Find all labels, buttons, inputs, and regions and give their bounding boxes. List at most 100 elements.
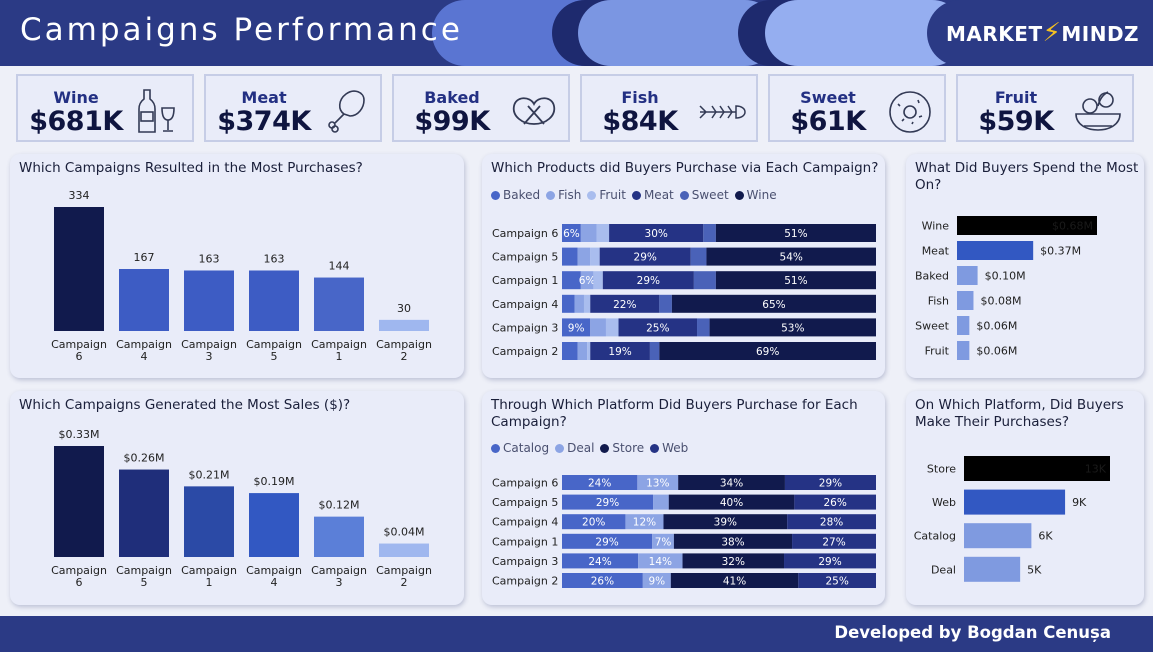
pretzel-icon bbox=[512, 97, 556, 125]
spend-panel: What Did Buyers Spend the Most On? Wine $… bbox=[906, 154, 1144, 378]
data-label: 163 bbox=[264, 252, 285, 265]
tick-label: Campaign 4 bbox=[492, 298, 558, 311]
tick-label: Campaign 4 bbox=[492, 516, 558, 529]
bar bbox=[964, 489, 1066, 515]
bar-segment bbox=[562, 294, 575, 313]
data-label: $0.06M bbox=[976, 320, 1017, 333]
bar-segment bbox=[605, 318, 619, 337]
data-label: 25% bbox=[825, 576, 848, 588]
bar-segment bbox=[693, 271, 716, 290]
meat-leg-icon bbox=[328, 90, 365, 133]
data-label: 334 bbox=[69, 189, 90, 202]
data-label: $0.06M bbox=[976, 345, 1017, 358]
data-label: 22% bbox=[613, 299, 636, 311]
bar-segment bbox=[562, 247, 578, 266]
data-label: 6% bbox=[563, 228, 580, 240]
tick-label: 6 bbox=[76, 350, 83, 363]
tick-label: Campaign 5 bbox=[492, 251, 558, 264]
bar bbox=[119, 469, 169, 557]
tick-label: Campaign 6 bbox=[492, 477, 558, 490]
data-label: 6K bbox=[1038, 530, 1053, 543]
products-panel: Which Products did Buyers Purchase via E… bbox=[482, 154, 885, 378]
brand-logo: MARKET⚡MINDZ bbox=[946, 18, 1139, 48]
platforms-chart: Campaign 6 24% 13% 34% 29% Campaign 5 29% 40% 26… bbox=[492, 475, 876, 588]
page-title: Campaigns Performance bbox=[20, 12, 463, 48]
bar bbox=[249, 270, 299, 331]
fish-bone-icon bbox=[699, 105, 746, 119]
bar bbox=[314, 277, 364, 331]
kpi-label: Baked bbox=[424, 88, 480, 107]
data-label: 14% bbox=[649, 556, 672, 568]
data-label: $0.21M bbox=[189, 468, 230, 481]
kpi-card-fruit: Fruit $59K bbox=[956, 74, 1134, 142]
kpi-card-fish: Fish $84K bbox=[580, 74, 758, 142]
data-label: 51% bbox=[784, 275, 807, 287]
tick-label: 3 bbox=[206, 350, 213, 363]
kpi-value: $84K bbox=[602, 106, 678, 137]
kpi-label: Meat bbox=[241, 88, 287, 107]
bar-segment bbox=[649, 342, 660, 360]
data-label: 24% bbox=[588, 478, 611, 490]
bar bbox=[957, 341, 970, 360]
data-label: 51% bbox=[784, 228, 807, 240]
tick-label: Deal bbox=[931, 563, 956, 576]
data-label: 26% bbox=[591, 576, 614, 588]
data-label: 12% bbox=[633, 517, 656, 529]
kpi-value: $681K bbox=[29, 106, 123, 137]
platform-total-panel: On Which Platform, Did Buyers Make Their… bbox=[906, 391, 1144, 605]
kpi-value: $61K bbox=[790, 106, 866, 137]
bar-segment bbox=[697, 318, 710, 337]
bar-segment bbox=[703, 224, 716, 242]
header-bar: Campaigns Performance MARKET⚡MINDZ bbox=[0, 0, 1153, 66]
bar bbox=[54, 446, 104, 557]
products-chart: Campaign 6 6% 30% 51% Campaign 5 29% 54% Campai… bbox=[492, 224, 876, 360]
bar-segment bbox=[583, 294, 591, 313]
data-label: 39% bbox=[714, 517, 737, 529]
data-label: 5K bbox=[1027, 563, 1042, 576]
kpi-label: Sweet bbox=[800, 88, 856, 107]
kpi-card-sweet: Sweet $61K bbox=[768, 74, 946, 142]
data-label: 9% bbox=[648, 576, 665, 588]
tick-label: Wine bbox=[922, 220, 950, 233]
data-label: 6% bbox=[579, 275, 596, 287]
bar bbox=[54, 207, 104, 331]
tick-label: Campaign 3 bbox=[492, 321, 558, 334]
tick-label: 4 bbox=[271, 576, 278, 589]
data-label: 13K bbox=[1085, 463, 1107, 476]
tick-label: Catalog bbox=[914, 530, 956, 543]
tick-label: Fruit bbox=[925, 345, 950, 358]
data-label: 13% bbox=[646, 478, 669, 490]
kpi-card-baked: Baked $99K bbox=[392, 74, 570, 142]
tick-label: Campaign 6 bbox=[492, 227, 558, 240]
bar-segment bbox=[596, 224, 610, 242]
tick-label: Web bbox=[932, 496, 956, 509]
bar bbox=[184, 270, 234, 331]
data-label: 7% bbox=[655, 536, 672, 548]
tick-label: Campaign 3 bbox=[492, 555, 558, 568]
data-label: 30 bbox=[397, 302, 411, 315]
bar bbox=[184, 486, 234, 557]
bar bbox=[957, 241, 1034, 260]
tick-label: Baked bbox=[915, 270, 949, 283]
kpi-value: $374K bbox=[217, 106, 311, 137]
data-label: 24% bbox=[588, 556, 611, 568]
tick-label: 5 bbox=[271, 350, 278, 363]
kpi-label: Fish bbox=[621, 88, 659, 107]
bar-segment bbox=[580, 224, 597, 242]
tick-label: 4 bbox=[141, 350, 148, 363]
data-label: $0.26M bbox=[124, 452, 165, 465]
bar-segment bbox=[659, 294, 672, 313]
data-label: 9% bbox=[568, 322, 585, 334]
data-label: 25% bbox=[646, 322, 669, 334]
sales-chart: $0.33MCampaign6$0.26MCampaign5$0.21MCamp… bbox=[51, 428, 432, 589]
data-label: 163 bbox=[199, 252, 220, 265]
data-label: $0.33M bbox=[59, 428, 100, 441]
kpi-card-wine: Wine $681K bbox=[16, 74, 194, 142]
data-label: 26% bbox=[824, 497, 847, 509]
data-label: $0.08M bbox=[980, 295, 1021, 308]
data-label: 54% bbox=[780, 252, 803, 264]
wine-bottle-icon bbox=[138, 89, 175, 133]
data-label: 41% bbox=[723, 576, 746, 588]
bar-segment bbox=[587, 342, 591, 360]
donut-icon bbox=[889, 91, 931, 133]
